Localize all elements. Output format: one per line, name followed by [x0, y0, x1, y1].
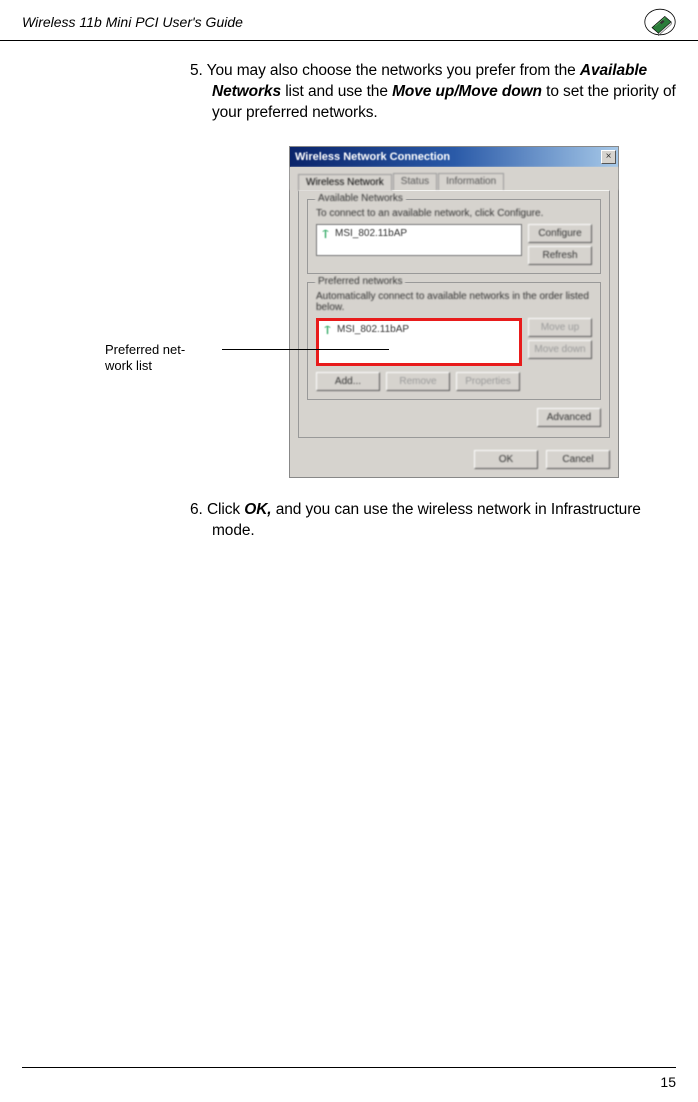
- footer-rule: [22, 1067, 676, 1068]
- available-networks-legend: Available Networks: [315, 193, 406, 204]
- ok-button[interactable]: OK: [474, 450, 538, 469]
- preferred-networks-list[interactable]: MSI_802.11bAP: [316, 318, 522, 366]
- pci-card-icon: [644, 8, 676, 36]
- page-header: Wireless 11b Mini PCI User's Guide: [0, 0, 698, 41]
- step-5-p1b: list and use the: [281, 83, 392, 100]
- page-number: 15: [660, 1074, 676, 1090]
- step-6-p1a: Click: [207, 501, 244, 518]
- tab-content: Available Networks To connect to an avai…: [298, 190, 610, 438]
- preferred-networks-group: Preferred networks Automatically connect…: [307, 282, 601, 400]
- refresh-button[interactable]: Refresh: [528, 246, 592, 265]
- cancel-button[interactable]: Cancel: [546, 450, 610, 469]
- tab-wireless-network[interactable]: Wireless Network: [298, 174, 392, 191]
- move-up-button[interactable]: Move up: [528, 318, 592, 337]
- available-networks-desc: To connect to an available network, clic…: [316, 208, 592, 219]
- callout-label-line2: work list: [105, 358, 152, 373]
- preferred-item-label: MSI_802.11bAP: [337, 324, 409, 335]
- tab-status[interactable]: Status: [393, 173, 437, 190]
- advanced-button[interactable]: Advanced: [537, 408, 601, 427]
- callout-leader-line: [222, 349, 389, 350]
- available-networks-group: Available Networks To connect to an avai…: [307, 199, 601, 274]
- properties-button[interactable]: Properties: [456, 372, 520, 391]
- tabs-row: Wireless Network Status Information: [290, 167, 618, 190]
- dialog-figure: Preferred net- work list Wireless Networ…: [167, 146, 676, 478]
- list-item[interactable]: MSI_802.11bAP: [320, 228, 518, 239]
- move-down-button[interactable]: Move down: [528, 340, 592, 359]
- step-6-number: 6.: [190, 501, 203, 518]
- configure-button[interactable]: Configure: [528, 224, 592, 243]
- available-item-label: MSI_802.11bAP: [335, 228, 407, 239]
- preferred-networks-legend: Preferred networks: [315, 276, 405, 287]
- step-5-number: 5.: [190, 62, 203, 79]
- wireless-network-dialog: Wireless Network Connection × Wireless N…: [289, 146, 619, 478]
- step-5-p1a: You may also choose the networks you pre…: [207, 62, 580, 79]
- dialog-titlebar: Wireless Network Connection ×: [290, 147, 618, 167]
- antenna-icon: [320, 228, 331, 239]
- antenna-icon: [322, 324, 333, 335]
- close-icon[interactable]: ×: [601, 150, 616, 164]
- callout-label: Preferred net- work list: [105, 342, 225, 375]
- remove-button[interactable]: Remove: [386, 372, 450, 391]
- page-content: 5. You may also choose the networks you …: [0, 43, 698, 542]
- step-5-b2: Move up/Move down: [392, 83, 542, 100]
- available-networks-list[interactable]: MSI_802.11bAP: [316, 224, 522, 256]
- step-5-text: 5. You may also choose the networks you …: [190, 61, 676, 124]
- step-6-text: 6. Click OK, and you can use the wireles…: [190, 500, 676, 542]
- add-button[interactable]: Add...: [316, 372, 380, 391]
- callout-label-line1: Preferred net-: [105, 342, 185, 357]
- step-6-p1b: and you can use the wireless network in …: [212, 501, 641, 539]
- step-6-b1: OK,: [244, 501, 271, 518]
- preferred-networks-desc: Automatically connect to available netwo…: [316, 291, 592, 313]
- header-title: Wireless 11b Mini PCI User's Guide: [22, 14, 243, 30]
- list-item[interactable]: MSI_802.11bAP: [322, 324, 516, 335]
- tab-information[interactable]: Information: [438, 173, 504, 190]
- dialog-title: Wireless Network Connection: [295, 151, 450, 163]
